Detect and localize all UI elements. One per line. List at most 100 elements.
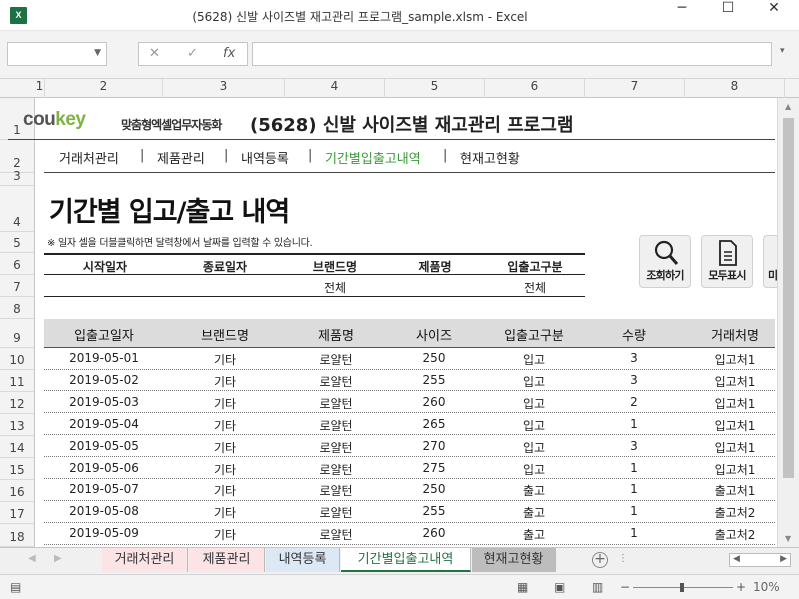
row-header[interactable]: 13	[0, 414, 35, 436]
table-cell[interactable]: 260	[386, 526, 482, 540]
row-header[interactable]: 14	[0, 436, 35, 458]
name-box[interactable]: ▼	[7, 42, 107, 66]
table-cell[interactable]: 255	[386, 373, 482, 387]
table-cell[interactable]: 1	[586, 417, 682, 431]
table-cell[interactable]: 입고	[482, 395, 586, 412]
table-cell[interactable]: 기타	[164, 461, 286, 478]
table-row[interactable]: 2019-05-06 기타 로얄턴 275 입고 1 입고처1	[44, 458, 775, 480]
table-cell[interactable]: 2019-05-08	[44, 504, 164, 518]
expand-formula-icon[interactable]: ▾	[780, 46, 785, 56]
table-row[interactable]: 2019-05-05 기타 로얄턴 270 입고 3 입고처1	[44, 436, 775, 458]
table-cell[interactable]: 기타	[164, 351, 286, 368]
table-cell[interactable]: 로얄턴	[286, 351, 386, 368]
table-cell[interactable]: 260	[386, 395, 482, 409]
vertical-scrollbar[interactable]: ▲ ▼	[777, 98, 799, 547]
table-cell[interactable]: 275	[386, 461, 482, 475]
table-cell[interactable]: 입고처1	[682, 461, 788, 478]
table-cell[interactable]: 입고처1	[682, 395, 788, 412]
table-cell[interactable]: 기타	[164, 504, 286, 521]
table-row[interactable]: 2019-05-03 기타 로얄턴 260 입고 2 입고처1	[44, 392, 775, 414]
table-cell[interactable]: 입고	[482, 439, 586, 456]
column-header[interactable]: 6	[485, 79, 585, 98]
row-header[interactable]: 4	[0, 186, 35, 232]
scroll-thumb[interactable]	[783, 118, 794, 478]
table-cell[interactable]: 출고처2	[682, 504, 788, 521]
scroll-left-icon[interactable]: ◀	[733, 554, 740, 564]
table-cell[interactable]: 로얄턴	[286, 504, 386, 521]
tab-prev-icon[interactable]: ◀	[28, 553, 36, 564]
table-cell[interactable]: 입고	[482, 351, 586, 368]
zoom-level[interactable]: 10%	[753, 580, 780, 594]
table-cell[interactable]: 270	[386, 439, 482, 453]
table-cell[interactable]: 기타	[164, 395, 286, 412]
horizontal-scrollbar[interactable]: ◀ ▶	[729, 553, 791, 567]
table-cell[interactable]: 2019-05-09	[44, 526, 164, 540]
table-cell[interactable]: 255	[386, 504, 482, 518]
table-cell[interactable]: 2019-05-04	[44, 417, 164, 431]
table-cell[interactable]: 1	[586, 461, 682, 475]
table-cell[interactable]: 2019-05-05	[44, 439, 164, 453]
table-cell[interactable]: 1	[586, 526, 682, 540]
zoom-out-icon[interactable]: −	[620, 580, 630, 594]
insert-function-icon[interactable]: fx	[223, 46, 235, 61]
table-cell[interactable]: 2019-05-06	[44, 461, 164, 475]
maximize-icon[interactable]: ☐	[705, 0, 751, 31]
enter-icon[interactable]: ✓	[187, 46, 198, 61]
row-header[interactable]: 15	[0, 458, 35, 480]
page-break-icon[interactable]: ▥	[592, 580, 603, 594]
table-cell[interactable]: 1	[586, 504, 682, 518]
tab-register[interactable]: 내역등록	[266, 548, 340, 572]
table-cell[interactable]: 250	[386, 351, 482, 365]
row-header[interactable]: 12	[0, 392, 35, 414]
formula-input[interactable]	[252, 42, 772, 66]
tab-products[interactable]: 제품관리	[189, 548, 265, 572]
table-cell[interactable]: 입고처1	[682, 417, 788, 434]
table-cell[interactable]: 출고	[482, 482, 586, 499]
show-all-button[interactable]: 모두표시	[701, 235, 753, 288]
nav-item-period-history[interactable]: 기간별입출고내역	[325, 148, 421, 167]
table-cell[interactable]: 입고	[482, 373, 586, 390]
row-header[interactable]: 11	[0, 370, 35, 392]
row-header[interactable]: 8	[0, 297, 35, 319]
tab-clients[interactable]: 거래처관리	[102, 548, 188, 572]
zoom-knob[interactable]	[680, 583, 684, 592]
add-sheet-icon[interactable]: +	[592, 552, 608, 568]
table-row[interactable]: 2019-05-09 기타 로얄턴 260 출고 1 출고처2	[44, 523, 775, 545]
table-cell[interactable]: 2019-05-03	[44, 395, 164, 409]
column-header[interactable]: 3	[163, 79, 285, 98]
partial-button[interactable]: 미	[763, 235, 778, 288]
row-header[interactable]: 10	[0, 348, 35, 370]
row-header[interactable]: 6	[0, 253, 35, 275]
table-cell[interactable]: 입고처1	[682, 351, 788, 368]
tab-inventory[interactable]: 현재고현황	[472, 548, 556, 572]
table-cell[interactable]: 입고처1	[682, 439, 788, 456]
table-cell[interactable]: 2	[586, 395, 682, 409]
search-button[interactable]: 조회하기	[639, 235, 691, 288]
table-cell[interactable]: 입고처1	[682, 373, 788, 390]
row-header[interactable]: 5	[0, 232, 35, 253]
scroll-up-icon[interactable]: ▲	[785, 102, 791, 111]
column-header[interactable]: 1	[35, 79, 45, 98]
cancel-icon[interactable]: ✕	[149, 46, 160, 61]
row-header[interactable]: 3	[0, 169, 35, 186]
table-cell[interactable]: 로얄턴	[286, 526, 386, 543]
nav-item-register[interactable]: 내역등록	[241, 148, 289, 167]
column-header[interactable]: 4	[285, 79, 385, 98]
table-cell[interactable]: 입고	[482, 461, 586, 478]
nav-item-inventory[interactable]: 현재고현황	[460, 148, 520, 167]
column-header[interactable]: 5	[385, 79, 485, 98]
tab-next-icon[interactable]: ▶	[54, 553, 62, 564]
table-cell[interactable]: 로얄턴	[286, 395, 386, 412]
table-cell[interactable]: 기타	[164, 373, 286, 390]
table-cell[interactable]: 3	[586, 373, 682, 387]
minimize-icon[interactable]: ─	[659, 0, 705, 31]
table-row[interactable]: 2019-05-02 기타 로얄턴 255 입고 3 입고처1	[44, 370, 775, 392]
row-header[interactable]: 9	[0, 319, 35, 348]
table-row[interactable]: 2019-05-01 기타 로얄턴 250 입고 3 입고처1	[44, 348, 775, 370]
brand-filter-field[interactable]: 전체	[285, 279, 385, 296]
table-cell[interactable]: 출고	[482, 526, 586, 543]
table-cell[interactable]: 250	[386, 482, 482, 496]
column-header[interactable]: 2	[45, 79, 163, 98]
scroll-down-icon[interactable]: ▼	[785, 534, 791, 543]
column-header[interactable]: 8	[685, 79, 785, 98]
